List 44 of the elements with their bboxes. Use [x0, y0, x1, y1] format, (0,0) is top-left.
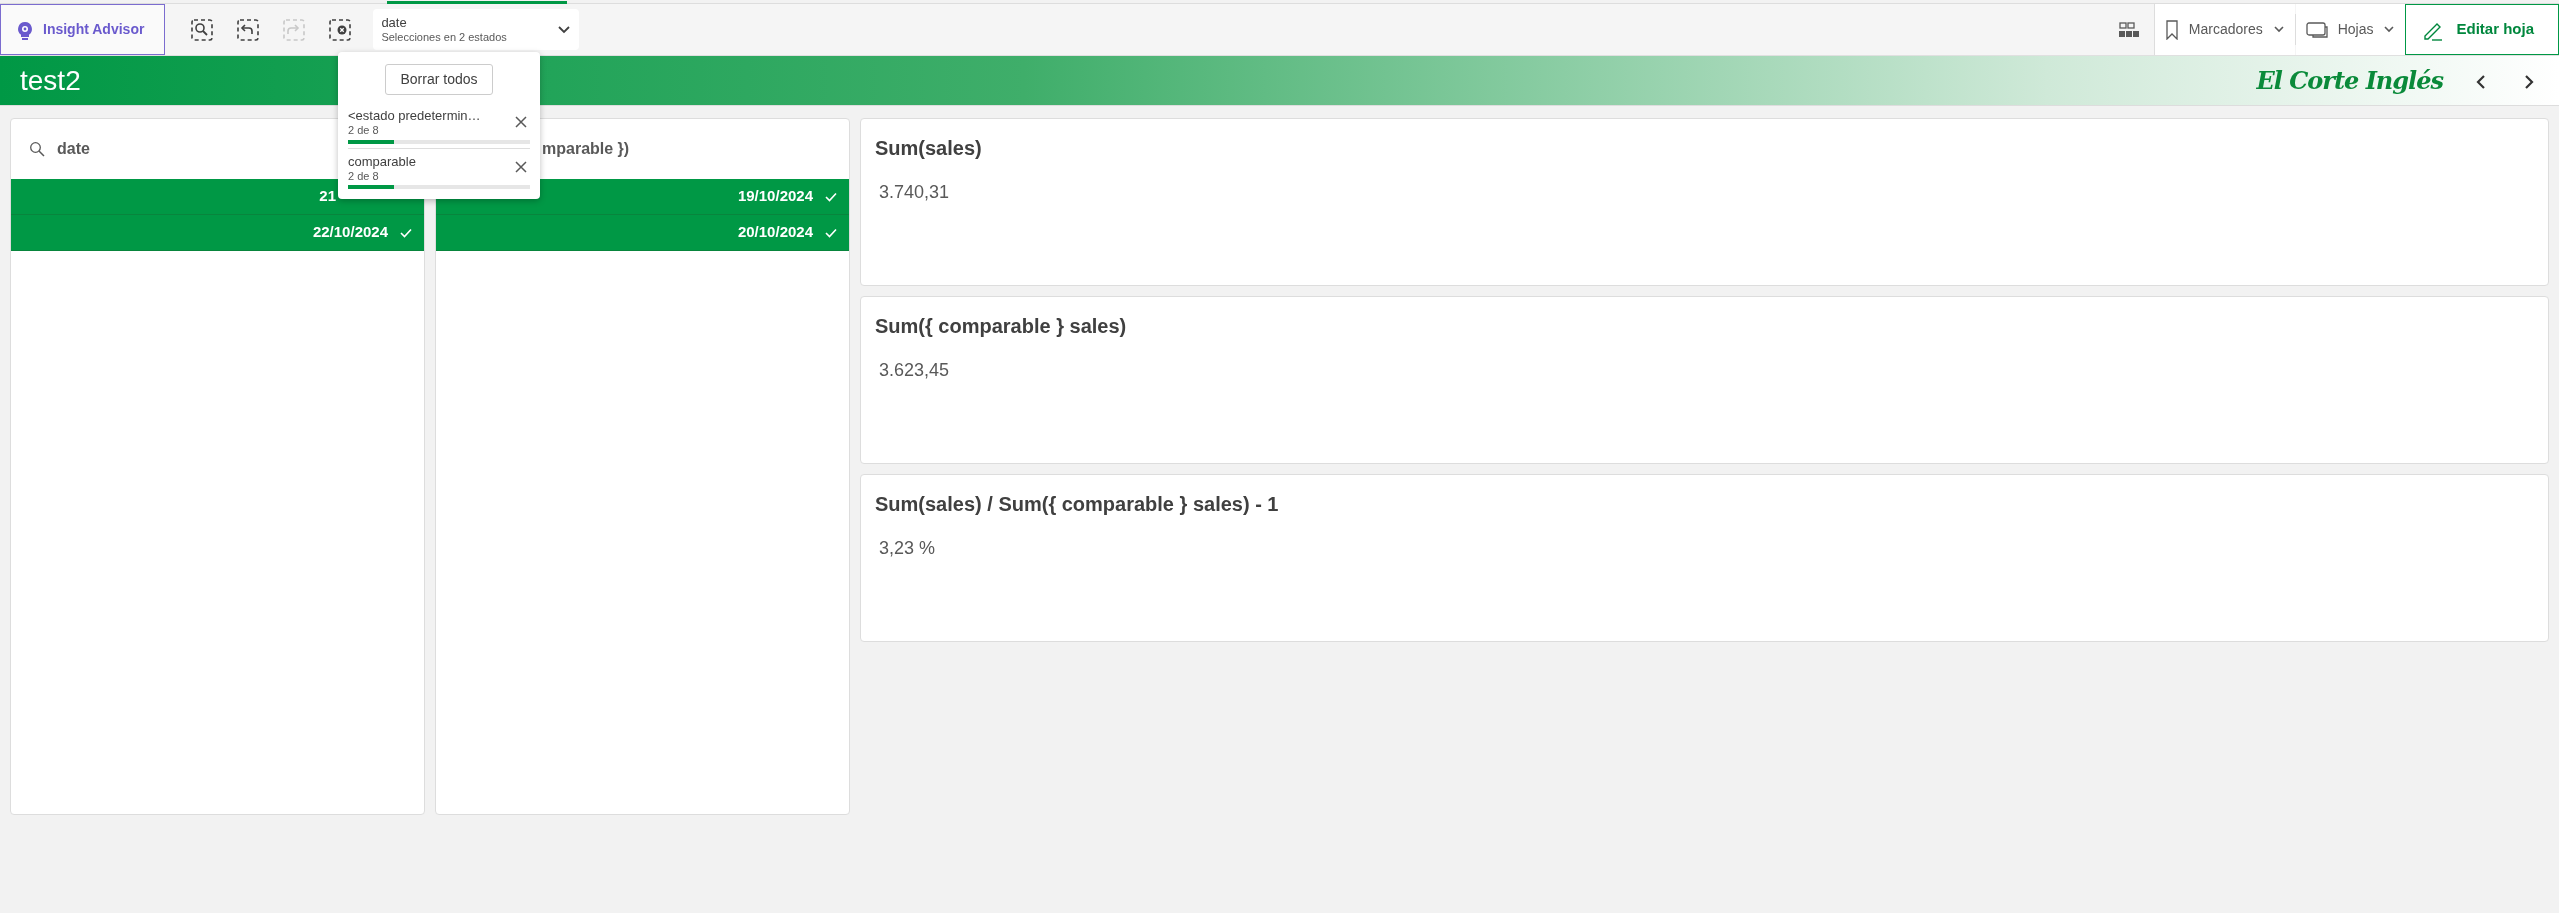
- magnifier-icon: [190, 18, 215, 42]
- kpi-value: 3.623,45: [879, 359, 951, 382]
- current-selections-pill[interactable]: date Selecciones en 2 estados: [373, 9, 579, 50]
- clear-selections-icon: [328, 18, 353, 42]
- check-icon: [825, 227, 837, 238]
- filter-pane-title: date: [57, 139, 90, 159]
- chevron-down-icon: [2383, 25, 2396, 34]
- selection-summary: Selecciones en 2 estados: [381, 30, 507, 43]
- kpi-value: 3,23 %: [879, 537, 937, 560]
- date-value: 20/10/2024: [737, 222, 813, 243]
- close-icon: [514, 114, 528, 129]
- kpi-title: Sum({ comparable } sales): [875, 314, 1128, 339]
- kpi-title: Sum(sales) / Sum({ comparable } sales) - 1: [875, 492, 1280, 517]
- filter-pane-title: mparable }): [542, 139, 630, 159]
- chevron-right-icon: [2523, 74, 2535, 91]
- bookmark-icon: [2164, 19, 2179, 40]
- clear-all-button[interactable]: Borrar todos: [385, 64, 493, 95]
- chevron-left-icon: [2475, 74, 2487, 91]
- date-value: 21: [319, 186, 336, 207]
- check-icon: [825, 191, 837, 202]
- bulb-eye-icon: [15, 19, 35, 40]
- logo: El Corte Inglés: [2256, 64, 2443, 97]
- list-item[interactable]: 22/10/2024: [11, 215, 424, 251]
- chevron-down-icon: [556, 24, 571, 35]
- state-name: comparable: [348, 154, 416, 170]
- date-value: 19/10/2024: [737, 186, 813, 207]
- kpi-value: 3.740,31: [879, 181, 951, 204]
- edit-sheet-button[interactable]: Editar hoja: [2405, 4, 2559, 55]
- grid-icon: [2117, 20, 2140, 39]
- close-icon: [514, 160, 528, 175]
- bookmarks-button[interactable]: Marcadores: [2154, 4, 2295, 55]
- sheet-title: test2: [20, 63, 81, 98]
- state-name: <estado predetermin…: [348, 109, 481, 124]
- search-icon[interactable]: [29, 141, 45, 157]
- sheets-icon: [2305, 20, 2328, 39]
- state-count: 2 de 8: [348, 123, 380, 137]
- insight-advisor-button[interactable]: Insight Advisor: [0, 4, 166, 55]
- sheets-button[interactable]: Hojas: [2295, 4, 2406, 55]
- chevron-down-icon: [2272, 25, 2285, 34]
- list-item[interactable]: 20/10/2024: [436, 215, 849, 251]
- check-icon: [400, 227, 412, 238]
- date-value: 22/10/2024: [312, 222, 388, 243]
- kpi-title: Sum(sales): [875, 136, 983, 161]
- selection-field-label: date: [381, 16, 408, 31]
